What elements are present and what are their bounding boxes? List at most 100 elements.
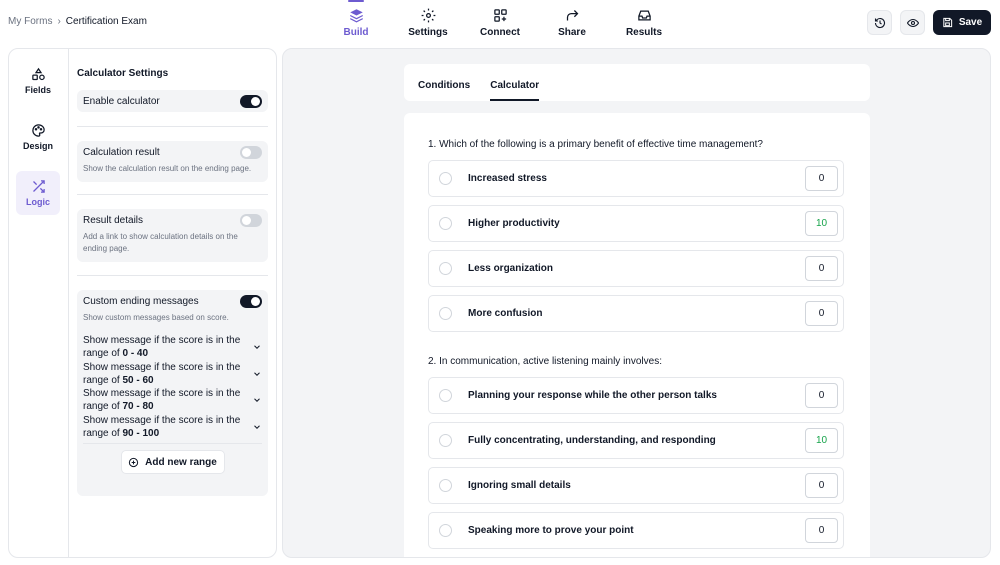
share-arrow-icon: [566, 10, 578, 21]
score-input[interactable]: 10: [805, 428, 838, 453]
range-item[interactable]: Show message if the score is in the rang…: [83, 387, 262, 414]
top-actions: Save: [867, 10, 991, 35]
top-bar: My Forms › Certification Exam Build Sett…: [0, 0, 1000, 44]
range-prefix: Show message if the score is in the rang…: [83, 388, 241, 413]
rail-logic[interactable]: Logic: [16, 171, 60, 215]
answer-option: Higher productivity 10: [428, 205, 844, 242]
rail-fields-label: Fields: [24, 85, 51, 95]
range-item[interactable]: Show message if the score is in the rang…: [83, 361, 262, 388]
main-nav: Build Settings Connect Share Results: [320, 0, 680, 44]
nav-results[interactable]: Results: [608, 0, 680, 44]
add-new-range-label: Add new range: [145, 456, 217, 468]
tab-calculator[interactable]: Calculator: [490, 80, 539, 101]
range-value: 90 - 100: [122, 427, 160, 439]
radio-button[interactable]: [439, 434, 452, 447]
left-panel: Fields Design Logic Calculator Settings …: [8, 48, 277, 558]
radio-button[interactable]: [439, 389, 452, 402]
add-new-range-button[interactable]: Add new range: [120, 450, 225, 474]
radio-button[interactable]: [439, 524, 452, 537]
answer-text: Less organization: [468, 263, 554, 274]
save-label: Save: [958, 17, 983, 28]
side-rail: Fields Design Logic: [9, 49, 69, 557]
score-input[interactable]: 0: [805, 473, 838, 498]
calculation-result-label: Calculation result: [83, 146, 160, 158]
layers-icon: [349, 9, 363, 23]
rail-design-label: Design: [22, 141, 53, 151]
quiz-card: 1. Which of the following is a primary b…: [404, 113, 870, 557]
breadcrumb-my-forms[interactable]: My Forms: [8, 16, 52, 27]
enable-calculator-toggle[interactable]: [240, 94, 262, 108]
radio-button[interactable]: [439, 172, 452, 185]
nav-settings[interactable]: Settings: [392, 0, 464, 44]
nav-build[interactable]: Build: [320, 0, 392, 44]
nav-share[interactable]: Share: [536, 0, 608, 44]
save-icon: [943, 17, 952, 28]
range-item[interactable]: Show message if the score is in the rang…: [83, 414, 262, 441]
question-title: 2. In communication, active listening ma…: [428, 356, 662, 367]
radio-button[interactable]: [439, 262, 452, 275]
radio-button[interactable]: [439, 217, 452, 230]
answer-text: Speaking more to prove your point: [468, 525, 634, 536]
chevron-down-icon: [254, 345, 260, 350]
range-value: 0 - 40: [122, 348, 149, 360]
nav-results-label: Results: [625, 27, 663, 38]
nav-connect[interactable]: Connect: [464, 0, 536, 44]
range-list: Show message if the score is in the rang…: [77, 334, 268, 440]
shuffle-icon: [32, 180, 45, 193]
eye-icon: [906, 18, 919, 27]
rail-fields[interactable]: Fields: [16, 59, 60, 103]
shapes-icon: [31, 67, 45, 81]
custom-ending-label: Custom ending messages: [83, 295, 199, 307]
range-prefix: Show message if the score is in the rang…: [83, 414, 241, 439]
rail-design[interactable]: Design: [16, 115, 60, 159]
radio-button[interactable]: [439, 307, 452, 320]
result-details-card: Result details Add a link to show calcul…: [77, 209, 268, 262]
score-input[interactable]: 0: [805, 383, 838, 408]
chevron-down-icon: [254, 398, 260, 403]
calculation-result-card: Calculation result Show the calculation …: [77, 141, 268, 182]
enable-calculator-label: Enable calculator: [83, 95, 160, 107]
custom-ending-card: Custom ending messages Show custom messa…: [77, 290, 268, 496]
history-button[interactable]: [867, 10, 892, 35]
tab-conditions[interactable]: Conditions: [418, 80, 470, 101]
form-canvas: Conditions Calculator 1. Which of the fo…: [282, 48, 991, 558]
answer-option: Increased stress 0: [428, 160, 844, 197]
answer-text: Planning your response while the other p…: [468, 390, 717, 401]
question-title: 1. Which of the following is a primary b…: [428, 139, 763, 150]
breadcrumb-current: Certification Exam: [65, 16, 147, 27]
calculation-result-toggle[interactable]: [240, 145, 262, 159]
preview-button[interactable]: [900, 10, 925, 35]
plus-circle-icon: [129, 457, 139, 467]
palette-icon: [31, 124, 45, 137]
score-input[interactable]: 10: [805, 211, 838, 236]
score-input[interactable]: 0: [805, 301, 838, 326]
range-prefix: Show message if the score is in the rang…: [83, 361, 241, 386]
score-input[interactable]: 0: [805, 518, 838, 543]
chevron-down-icon: [254, 425, 260, 429]
nav-settings-label: Settings: [408, 27, 448, 38]
divider: [83, 443, 262, 444]
custom-ending-toggle[interactable]: [240, 294, 262, 308]
answer-option: Less organization 0: [428, 250, 844, 287]
radio-button[interactable]: [439, 479, 452, 492]
answer-option: Fully concentrating, understanding, and …: [428, 422, 844, 459]
rail-logic-label: Logic: [26, 197, 50, 207]
range-prefix: Show message if the score is in the rang…: [83, 335, 241, 360]
range-item[interactable]: Show message if the score is in the rang…: [83, 334, 262, 361]
nav-share-label: Share: [558, 27, 586, 38]
score-input[interactable]: 0: [805, 256, 838, 281]
answer-text: Ignoring small details: [468, 480, 571, 491]
grid-plus-icon: [493, 9, 507, 22]
history-icon: [874, 17, 885, 28]
score-input[interactable]: 0: [805, 166, 838, 191]
logic-tabs: Conditions Calculator: [404, 64, 870, 101]
answer-text: Higher productivity: [468, 218, 560, 229]
custom-ending-desc: Show custom messages based on score.: [83, 313, 229, 322]
answer-text: Increased stress: [468, 173, 547, 184]
range-value: 50 - 60: [122, 374, 154, 386]
result-details-toggle[interactable]: [240, 213, 262, 227]
calculator-settings-title: Calculator Settings: [77, 68, 169, 79]
save-button[interactable]: Save: [933, 10, 991, 35]
calculation-result-desc: Show the calculation result on the endin…: [83, 164, 252, 173]
answer-option: Ignoring small details 0: [428, 467, 844, 504]
